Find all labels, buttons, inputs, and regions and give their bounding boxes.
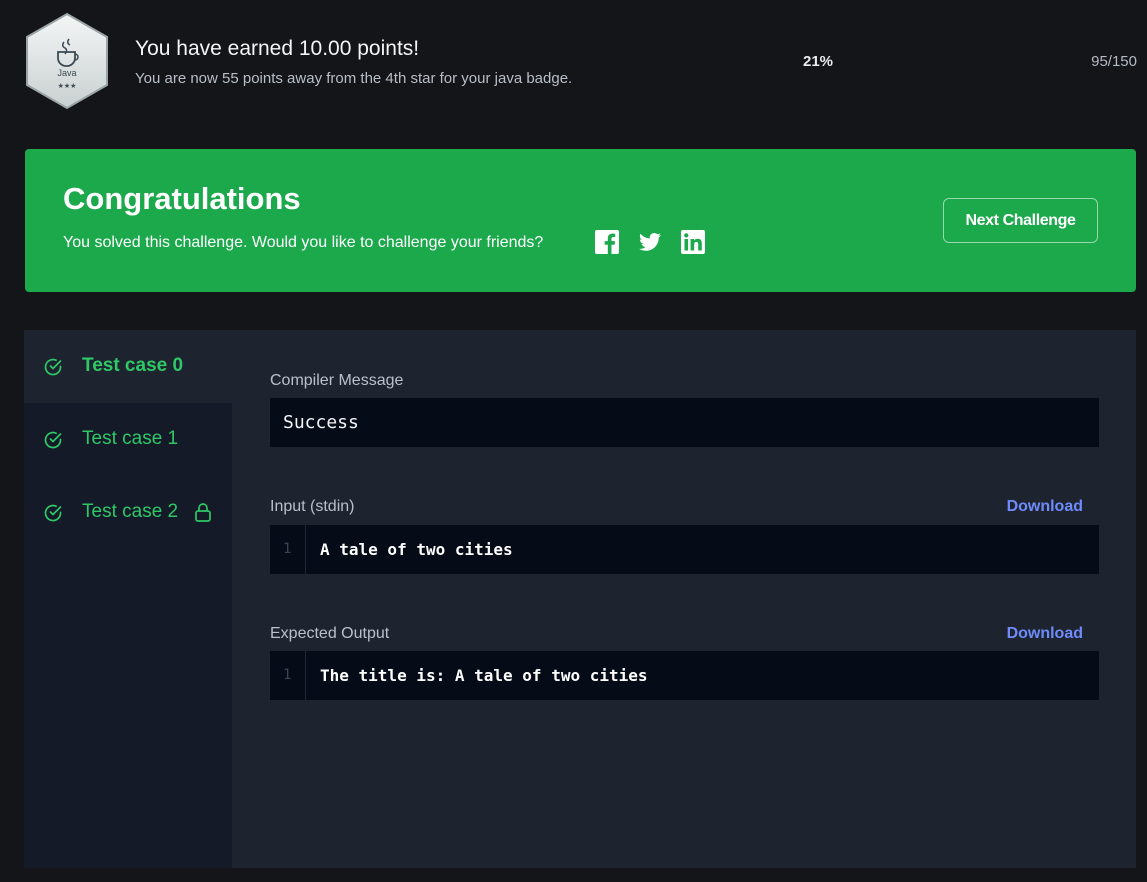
line-number-gutter: 1: [270, 651, 306, 700]
badge-progress-percent: 21%: [803, 53, 834, 70]
lock-icon: [195, 503, 211, 522]
check-circle-icon: [44, 504, 62, 522]
badge-language: Java: [57, 68, 76, 78]
points-earned-subtitle: You are now 55 points away from the 4th …: [135, 70, 573, 87]
share-icons: [595, 230, 705, 254]
expected-output-label: Expected Output: [270, 625, 390, 642]
check-circle-icon: [44, 358, 62, 376]
twitter-icon[interactable]: [638, 230, 662, 254]
badge-progress-count: 95/150: [1091, 53, 1137, 70]
input-line: A tale of two cities: [320, 540, 513, 559]
compiler-message-label: Compiler Message: [270, 372, 404, 389]
test-case-sidebar: Test case 0 Test case 1 Test case 2: [24, 330, 232, 868]
next-challenge-button[interactable]: Next Challenge: [943, 198, 1098, 243]
tab-test-case-1[interactable]: Test case 1: [24, 403, 232, 476]
expected-output-line: The title is: A tale of two cities: [320, 666, 648, 685]
points-earned-title: You have earned 10.00 points!: [135, 37, 420, 60]
expected-download-link[interactable]: Download: [1007, 625, 1083, 643]
expected-output-box: 1 The title is: A tale of two cities: [270, 651, 1099, 700]
badge-stars: ★★★: [58, 82, 77, 90]
test-case-label: Test case 0: [82, 355, 184, 376]
input-download-link[interactable]: Download: [1007, 498, 1083, 516]
test-case-label: Test case 1: [82, 428, 179, 449]
tab-test-case-2[interactable]: Test case 2: [24, 476, 232, 549]
java-badge-icon: Java ★★★: [22, 12, 112, 110]
banner-text: You solved this challenge. Would you lik…: [63, 234, 544, 251]
compiler-message-text: Success: [283, 412, 359, 433]
check-circle-icon: [44, 431, 62, 449]
input-code-box: 1 A tale of two cities: [270, 525, 1099, 574]
line-number-gutter: 1: [270, 525, 306, 574]
line-number: 1: [283, 541, 292, 557]
submission-result-page: Java ★★★ You have earned 10.00 points! Y…: [0, 0, 1147, 882]
congratulations-banner: Congratulations You solved this challeng…: [25, 149, 1136, 292]
line-number: 1: [283, 667, 292, 683]
input-label: Input (stdin): [270, 498, 355, 515]
tab-test-case-0[interactable]: Test case 0: [24, 330, 232, 403]
facebook-icon[interactable]: [595, 230, 619, 254]
test-results-panel: Test case 0 Test case 1 Test case 2 Comp…: [24, 330, 1136, 868]
compiler-message-box: Success: [270, 398, 1099, 447]
test-case-label: Test case 2: [82, 501, 179, 522]
linkedin-icon[interactable]: [681, 230, 705, 254]
banner-title: Congratulations: [63, 181, 301, 216]
